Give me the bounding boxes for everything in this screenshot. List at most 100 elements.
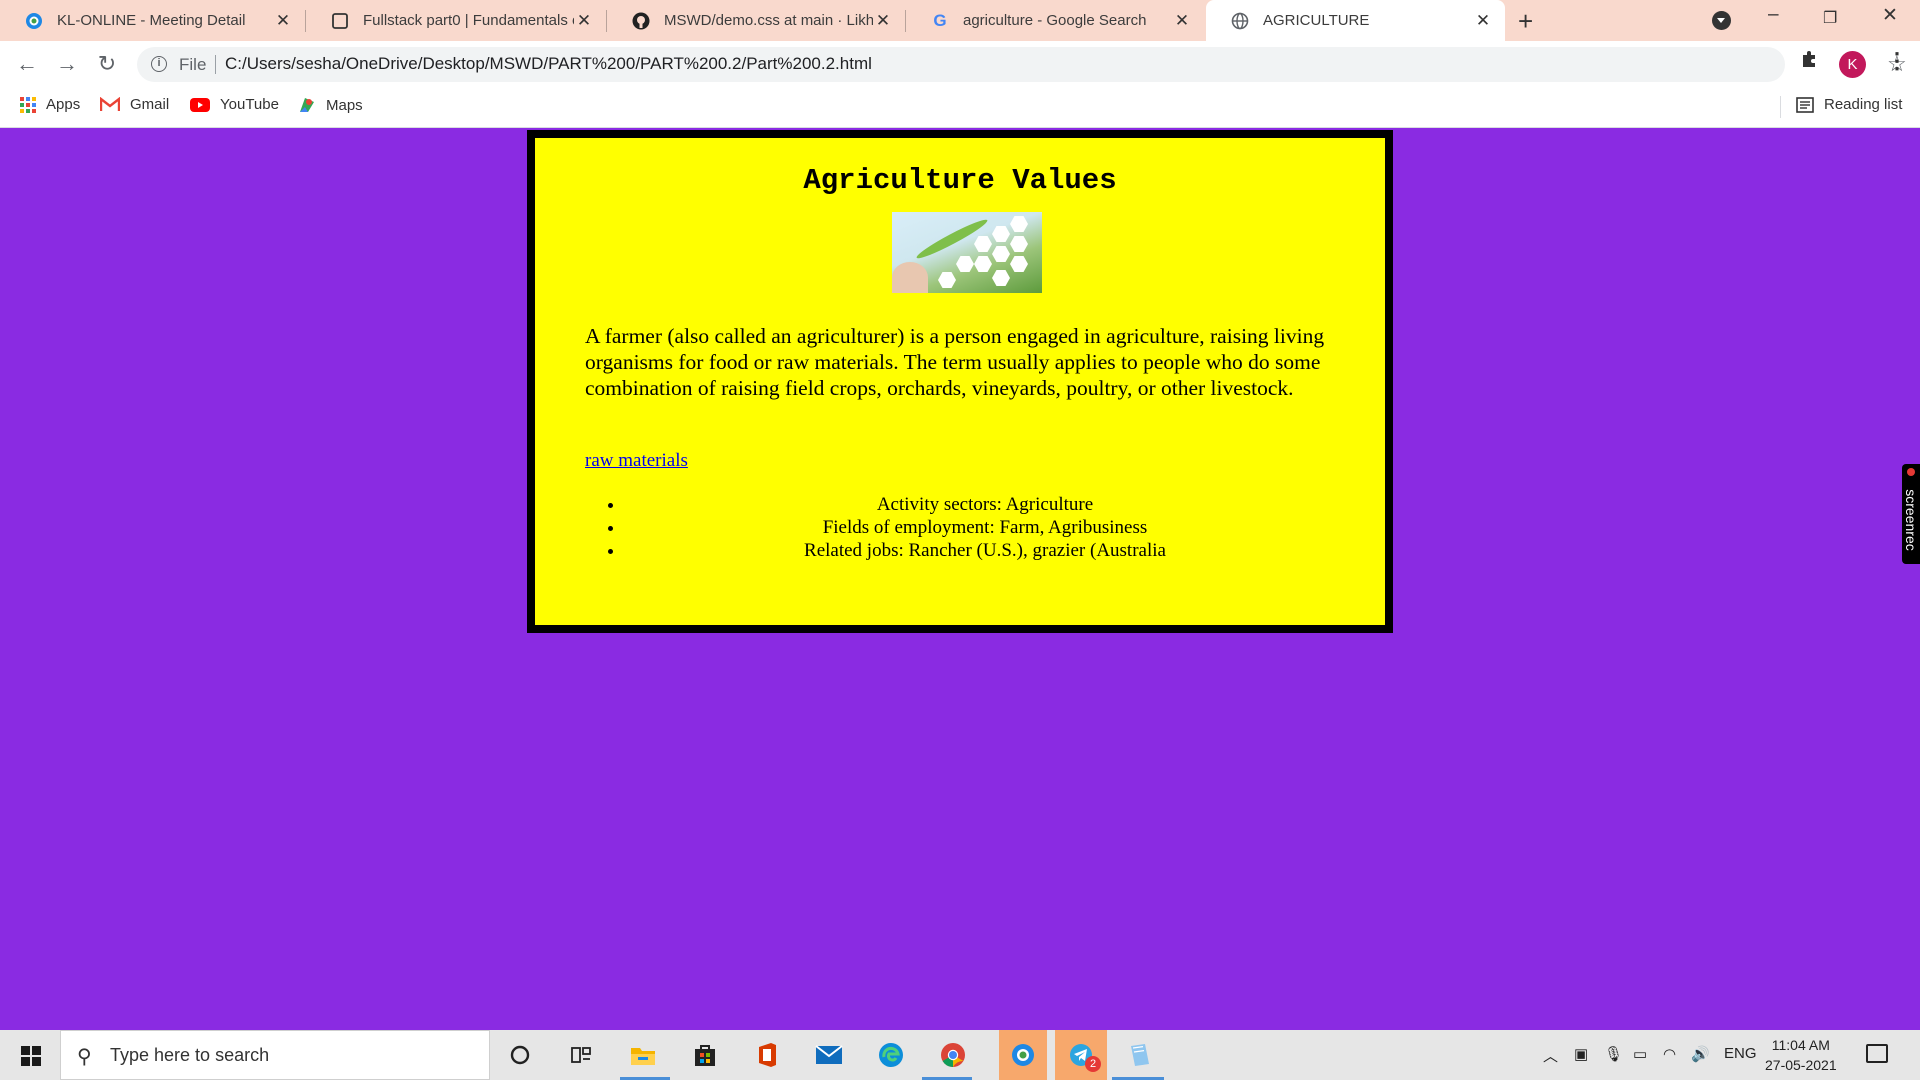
content-card: Agriculture Values A farmer (also called… xyxy=(527,130,1393,633)
gmail-icon xyxy=(100,97,120,112)
notepad-icon[interactable] xyxy=(1123,1040,1155,1070)
address-divider xyxy=(215,55,216,74)
cortana-icon[interactable] xyxy=(504,1040,536,1070)
list-item: Fields of employment: Farm, Agribusiness xyxy=(625,516,1345,539)
tab-agriculture[interactable]: AGRICULTURE ✕ xyxy=(1206,0,1505,41)
fullstack-icon xyxy=(331,12,349,30)
screenrec-label: screenrec xyxy=(1903,489,1919,551)
menu-kebab-icon[interactable]: ⋮ xyxy=(1886,48,1908,74)
battery-icon[interactable]: ▭ xyxy=(1633,1045,1647,1063)
show-hidden-icons-chevron-icon[interactable]: ︿ xyxy=(1543,1045,1558,1066)
hex-tile xyxy=(974,256,992,272)
screenrec-widget[interactable]: screenrec xyxy=(1902,464,1920,564)
chrome-icon[interactable] xyxy=(937,1040,969,1070)
list-item: Related jobs: Rancher (U.S.), grazier (A… xyxy=(625,539,1345,562)
windows-start-icon[interactable] xyxy=(21,1046,41,1066)
kl-online-icon xyxy=(25,12,43,30)
hex-tile xyxy=(938,272,956,288)
tab-title: MSWD/demo.css at main · Likhith xyxy=(664,12,873,29)
reading-list-button[interactable]: Reading list xyxy=(1796,96,1902,113)
edge-icon[interactable] xyxy=(875,1040,907,1070)
search-icon: ⚲ xyxy=(77,1046,92,1068)
taskbar-search-box[interactable]: ⚲ Type here to search xyxy=(60,1030,490,1080)
tab-kl-online[interactable]: KL-ONLINE - Meeting Detail ✕ xyxy=(0,0,305,41)
agriculture-image xyxy=(892,212,1042,293)
bookmark-label: Gmail xyxy=(130,96,170,113)
close-tab-icon[interactable]: ✕ xyxy=(273,11,293,31)
bookmark-label: Maps xyxy=(326,96,363,114)
extensions-puzzle-icon[interactable] xyxy=(1799,48,1821,76)
volume-icon[interactable]: 🔊 xyxy=(1691,1045,1710,1063)
taskbar: ⚲ Type here to search 2 ︿ ▣ 🎙 ▭ ◠ 🔊 ENG xyxy=(0,1030,1920,1080)
hex-tile xyxy=(992,270,1010,286)
language-indicator[interactable]: ENG xyxy=(1724,1045,1757,1062)
tab-title: agriculture - Google Search xyxy=(963,12,1147,29)
tab-google-search[interactable]: G agriculture - Google Search ✕ xyxy=(906,0,1204,41)
maps-icon xyxy=(298,96,316,114)
hex-tile xyxy=(1010,256,1028,272)
hand-shape xyxy=(892,262,928,293)
kl-online-taskbar-icon[interactable] xyxy=(999,1030,1047,1080)
minimize-icon[interactable]: – xyxy=(1768,4,1779,26)
bookmark-gmail[interactable]: Gmail xyxy=(100,96,169,113)
notification-center-icon[interactable] xyxy=(1866,1044,1888,1063)
url-text[interactable]: C:/Users/sesha/OneDrive/Desktop/MSWD/PAR… xyxy=(225,54,872,74)
reload-icon[interactable]: ↻ xyxy=(92,49,122,79)
list-item: Activity sectors: Agriculture xyxy=(625,493,1345,516)
info-icon[interactable]: i xyxy=(151,56,167,72)
telegram-icon[interactable]: 2 xyxy=(1055,1030,1107,1080)
youtube-icon xyxy=(190,97,210,112)
close-window-icon[interactable]: ✕ xyxy=(1882,4,1898,27)
mail-icon[interactable] xyxy=(813,1040,845,1070)
wifi-icon[interactable]: ◠ xyxy=(1663,1045,1676,1063)
new-tab-button[interactable]: + xyxy=(1518,6,1533,37)
raw-materials-link[interactable]: raw materials xyxy=(585,450,688,472)
store-icon[interactable] xyxy=(689,1040,721,1070)
forward-icon[interactable]: → xyxy=(52,49,82,79)
reading-list-label: Reading list xyxy=(1824,96,1903,113)
reading-list-divider xyxy=(1780,96,1781,118)
tab-search-icon[interactable] xyxy=(1712,11,1731,30)
back-icon[interactable]: ← xyxy=(12,49,42,79)
page-heading: Agriculture Values xyxy=(803,164,1117,197)
close-tab-icon[interactable]: ✕ xyxy=(574,11,594,31)
microphone-icon[interactable]: 🎙 xyxy=(1604,1045,1623,1063)
reading-list-icon xyxy=(1796,96,1814,113)
hex-tile xyxy=(1010,216,1028,232)
scheme-label: File xyxy=(179,55,207,74)
hex-tile xyxy=(992,226,1010,242)
bookmarks-bar: Apps Gmail YouTube Maps Reading list xyxy=(0,88,1920,128)
restore-icon[interactable]: ❐ xyxy=(1823,8,1837,28)
close-tab-icon[interactable]: ✕ xyxy=(1172,11,1192,31)
file-explorer-icon[interactable] xyxy=(627,1040,659,1070)
address-bar[interactable]: i File C:/Users/sesha/OneDrive/Desktop/M… xyxy=(137,47,1907,82)
office-icon[interactable] xyxy=(751,1040,783,1070)
clock-date: 27-05-2021 xyxy=(1765,1057,1837,1073)
meet-now-icon[interactable]: ▣ xyxy=(1574,1045,1588,1063)
hex-tile xyxy=(974,236,992,252)
browser-toolbar: ← → ↻ i File C:/Users/sesha/OneDrive/Des… xyxy=(0,41,1920,88)
github-icon xyxy=(632,12,650,30)
task-view-icon[interactable] xyxy=(565,1040,597,1070)
bookmark-apps[interactable]: Apps xyxy=(20,96,80,113)
bookmark-label: Apps xyxy=(46,96,81,113)
tab-strip: KL-ONLINE - Meeting Detail ✕ Fullstack p… xyxy=(0,0,1920,41)
telegram-badge: 2 xyxy=(1085,1056,1101,1072)
hex-tile xyxy=(1010,236,1028,252)
google-icon: G xyxy=(933,10,947,30)
bookmark-youtube[interactable]: YouTube xyxy=(190,96,279,113)
bookmark-label: YouTube xyxy=(220,96,279,113)
clock[interactable]: 11:04 AM 27-05-2021 xyxy=(1765,1035,1837,1075)
bookmark-maps[interactable]: Maps xyxy=(298,96,363,114)
tab-title: AGRICULTURE xyxy=(1263,12,1370,29)
tab-fullstack[interactable]: Fullstack part0 | Fundamentals of ✕ xyxy=(306,0,606,41)
globe-icon xyxy=(1231,12,1249,30)
close-tab-icon[interactable]: ✕ xyxy=(1473,11,1493,31)
close-tab-icon[interactable]: ✕ xyxy=(873,11,893,31)
search-placeholder: Type here to search xyxy=(110,1045,270,1065)
profile-avatar[interactable]: K xyxy=(1839,51,1866,78)
tab-github[interactable]: MSWD/demo.css at main · Likhith ✕ xyxy=(607,0,905,41)
tab-title: KL-ONLINE - Meeting Detail xyxy=(57,12,246,29)
description-paragraph: A farmer (also called an agriculturer) i… xyxy=(585,324,1325,400)
hex-tile xyxy=(956,256,974,272)
